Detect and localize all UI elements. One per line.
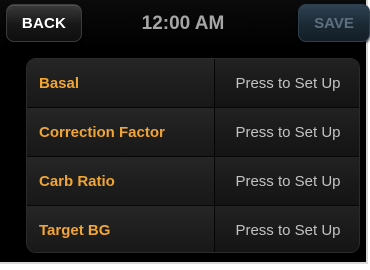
- settings-row-label: Target BG: [27, 206, 215, 252]
- settings-row-label: Basal: [27, 59, 215, 107]
- save-button[interactable]: SAVE: [298, 4, 370, 42]
- settings-row-label: Correction Factor: [27, 108, 215, 156]
- clock-time: 12:00 AM: [141, 13, 225, 34]
- settings-row-correction-factor[interactable]: Correction Factor Press to Set Up: [27, 108, 359, 156]
- settings-row-target-bg[interactable]: Target BG Press to Set Up: [27, 206, 359, 252]
- settings-row-basal[interactable]: Basal Press to Set Up: [27, 59, 359, 107]
- settings-row-value: Press to Set Up: [215, 59, 359, 107]
- settings-row-label: Carb Ratio: [27, 157, 215, 205]
- settings-row-value: Press to Set Up: [215, 108, 359, 156]
- settings-row-carb-ratio[interactable]: Carb Ratio Press to Set Up: [27, 157, 359, 205]
- top-bar: BACK 12:00 AM SAVE: [0, 0, 370, 48]
- pump-screen: BACK 12:00 AM SAVE Basal Press to Set Up…: [0, 0, 370, 264]
- settings-row-value: Press to Set Up: [215, 206, 359, 252]
- settings-list: Basal Press to Set Up Correction Factor …: [26, 58, 360, 253]
- back-button[interactable]: BACK: [6, 4, 82, 42]
- settings-row-value: Press to Set Up: [215, 157, 359, 205]
- settings-panel: Basal Press to Set Up Correction Factor …: [14, 48, 360, 256]
